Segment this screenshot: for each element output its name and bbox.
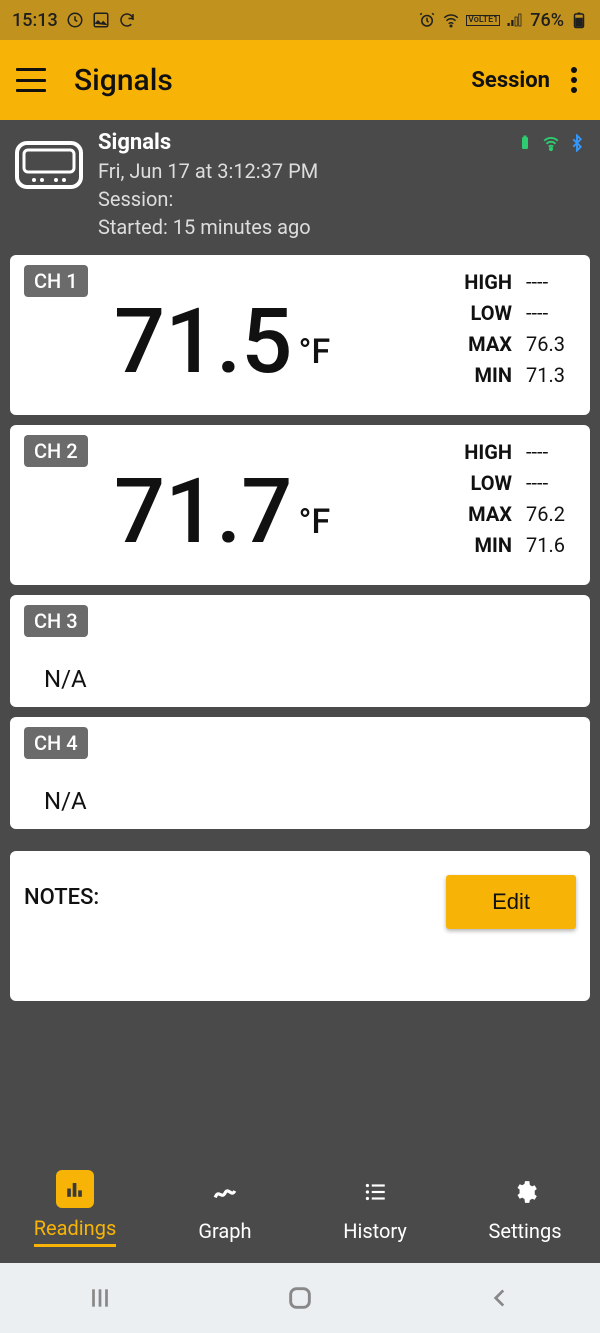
notes-label: NOTES: (24, 885, 99, 910)
nav-settings[interactable]: Settings (450, 1173, 600, 1243)
channel-badge: CH 3 (24, 605, 88, 637)
channel-unit: °F (298, 502, 330, 542)
session-button[interactable]: Session (471, 68, 550, 93)
device-title: Signals (98, 130, 318, 155)
channel-card-2[interactable]: CH 2 71.7 °F HIGH---- LOW---- MAX76.2 MI… (10, 425, 590, 585)
edit-notes-button[interactable]: Edit (446, 875, 576, 929)
settings-icon (512, 1179, 538, 1205)
alarm-icon (418, 11, 436, 29)
channel-card-3[interactable]: CH 3 N/A (10, 595, 590, 707)
battery-icon (570, 11, 588, 29)
nav-label: Settings (488, 1219, 561, 1243)
battery-status-icon (516, 134, 534, 152)
device-started: Started: 15 minutes ago (98, 215, 318, 239)
channel-unit: °F (298, 332, 330, 372)
channel-stats: HIGH---- LOW---- MAX76.3 MIN71.3 (464, 267, 574, 391)
home-button[interactable] (280, 1278, 320, 1318)
channel-cards: CH 1 71.5 °F HIGH---- LOW---- MAX76.3 MI… (0, 255, 600, 1001)
battery-percent: 76% (530, 10, 564, 31)
image-icon (92, 11, 110, 29)
channel-value: 71.5 (114, 297, 292, 387)
channel-value: 71.7 (114, 467, 292, 557)
history-icon (362, 1179, 388, 1205)
readings-icon (64, 1178, 86, 1200)
nav-history[interactable]: History (300, 1173, 450, 1243)
nav-label: Graph (198, 1219, 251, 1243)
recents-button[interactable] (80, 1278, 120, 1318)
lte-icon: VoLTE1 (466, 15, 500, 26)
status-time: 15:13 (12, 10, 58, 31)
whatsapp-icon (66, 11, 84, 29)
status-bar: 15:13 VoLTE1 76% (0, 0, 600, 40)
channel-badge: CH 1 (24, 265, 88, 297)
device-icon (14, 140, 84, 195)
channel-stats: HIGH---- LOW---- MAX76.2 MIN71.6 (464, 437, 574, 561)
app-bar: Signals Session (0, 40, 600, 120)
more-icon[interactable] (564, 67, 584, 93)
bluetooth-icon (568, 134, 586, 152)
graph-icon (212, 1179, 238, 1205)
bottom-nav: Readings Graph History Settings (0, 1153, 600, 1263)
channel-na: N/A (44, 787, 576, 815)
sync-icon (118, 11, 136, 29)
system-nav-bar (0, 1263, 600, 1333)
app-title: Signals (74, 63, 173, 98)
channel-card-4[interactable]: CH 4 N/A (10, 717, 590, 829)
notes-card: NOTES: Edit (10, 851, 590, 1001)
menu-icon[interactable] (16, 68, 46, 92)
channel-na: N/A (44, 665, 576, 693)
nav-label: Readings (34, 1216, 117, 1247)
channel-badge: CH 2 (24, 435, 88, 467)
device-info-header: Signals Fri, Jun 17 at 3:12:37 PM Sessio… (0, 120, 600, 255)
back-button[interactable] (480, 1278, 520, 1318)
nav-readings[interactable]: Readings (0, 1170, 150, 1247)
channel-card-1[interactable]: CH 1 71.5 °F HIGH---- LOW---- MAX76.3 MI… (10, 255, 590, 415)
device-session: Session: (98, 187, 318, 211)
channel-badge: CH 4 (24, 727, 88, 759)
device-datetime: Fri, Jun 17 at 3:12:37 PM (98, 159, 318, 183)
nav-label: History (343, 1219, 407, 1243)
signal-icon (506, 11, 524, 29)
wifi-status-icon (542, 134, 560, 152)
wifi-icon (442, 11, 460, 29)
nav-graph[interactable]: Graph (150, 1173, 300, 1243)
